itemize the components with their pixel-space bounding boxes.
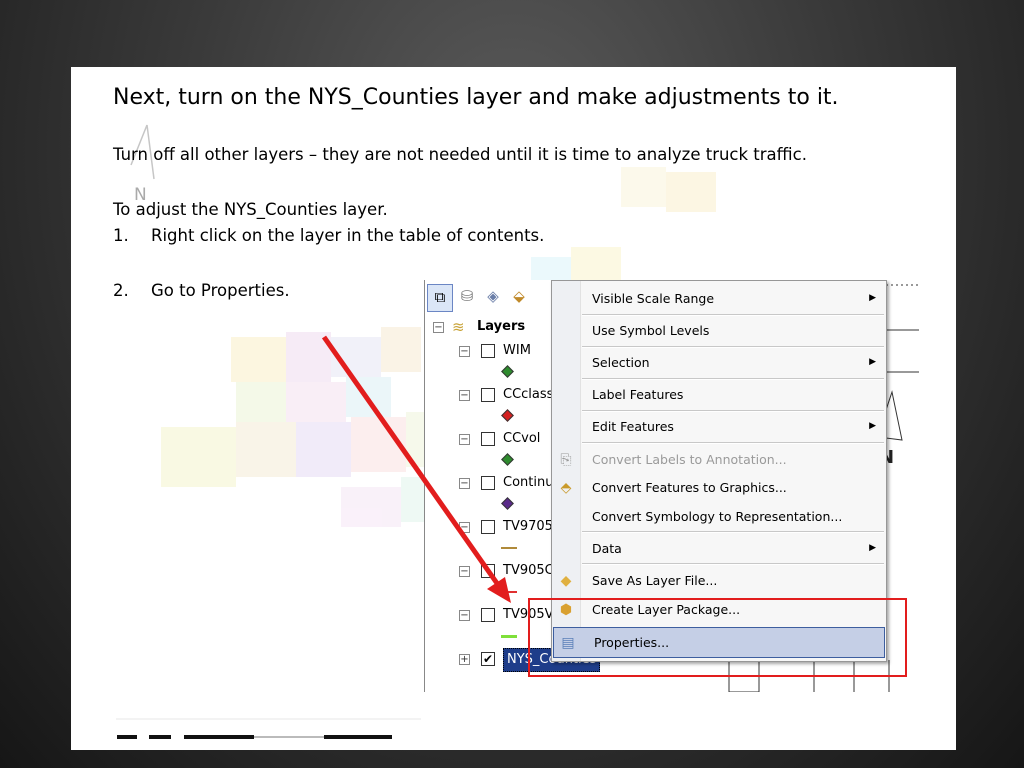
scale-bar: [116, 718, 421, 739]
pointer-arrow: [321, 335, 511, 603]
slide: N Next, turn on the NYS_Counties layer a…: [71, 67, 956, 750]
